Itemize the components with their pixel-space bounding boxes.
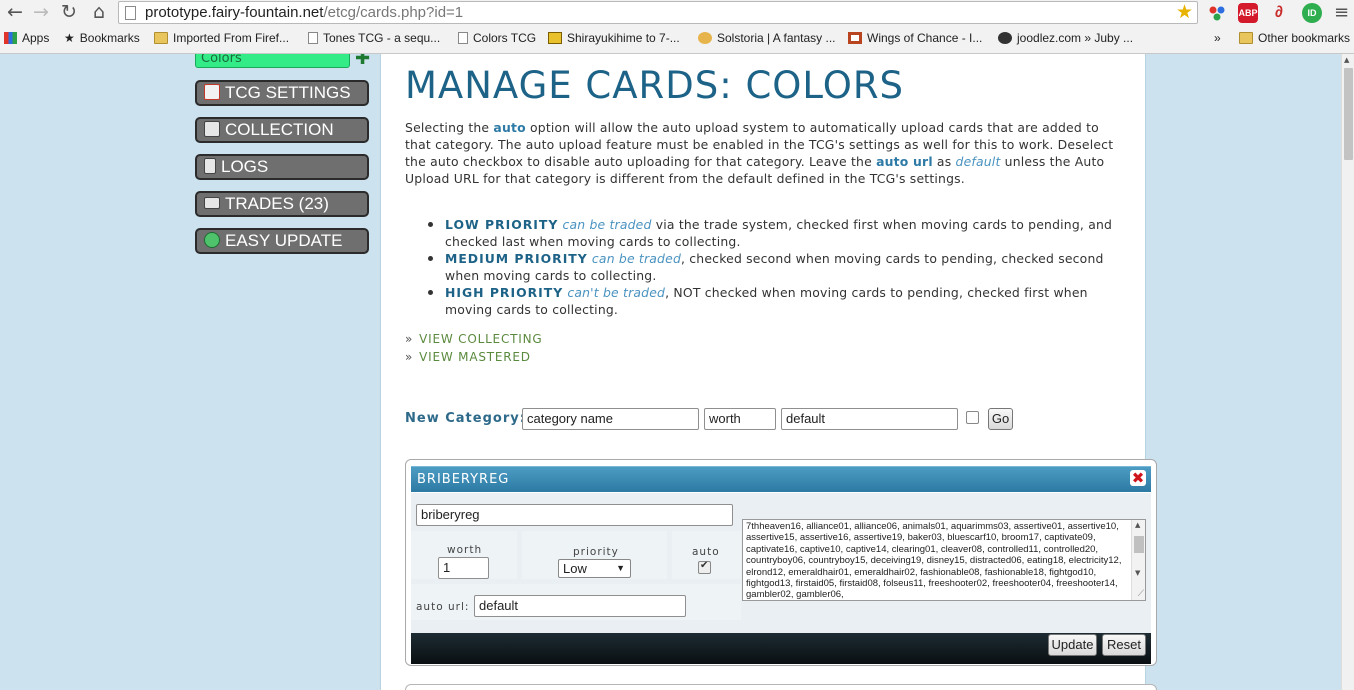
folder-icon [154,32,168,44]
wings-icon [848,32,862,44]
bookmark-tones-tcg[interactable]: Tones TCG - a sequ... [308,31,440,45]
scroll-up-arrow-icon[interactable]: ▲ [1135,521,1140,529]
next-category-panel [405,684,1157,690]
page-icon [308,32,318,44]
bookmark-imported[interactable]: Imported From Firef... [154,31,289,45]
bookmark-shirayukihime[interactable]: Shirayukihime to 7-... [548,31,680,45]
easy-update-button[interactable]: EASY UPDATE [195,228,369,254]
right-background [1146,54,1341,690]
apps-grid-icon [4,32,17,44]
category-name-field[interactable]: briberyreg [416,504,733,526]
star-icon: ★ [64,31,75,45]
bookmarks-bar: Apps ★ Bookmarks Imported From Firef... T… [0,28,1354,52]
toolbar: ← → ↻ ⌂ prototype.fairy-fountain.net/etc… [0,0,1354,27]
update-globe-icon [204,232,220,248]
dropdown-arrow-icon: ▼ [616,563,625,573]
page-viewport: Colors ✚ TCG SETTINGS COLLECTION LOGS TR… [0,54,1354,690]
scroll-thumb[interactable] [1134,536,1144,553]
adblock-plus-icon[interactable]: ABP [1238,3,1258,23]
delete-category-icon[interactable]: ✖ [1130,470,1146,486]
category-worth-input[interactable]: worth [704,408,776,430]
bookmark-other[interactable]: Other bookmarks [1239,31,1350,45]
bookmark-apps[interactable]: Apps [4,31,49,45]
view-links: » VIEW COLLECTING » VIEW MASTERED [405,330,542,366]
priority-item-medium: MEDIUM PRIORITY can be traded, checked s… [425,250,1125,284]
page-scroll-thumb[interactable] [1344,68,1353,160]
bookmark-star-icon[interactable]: ★ [1176,1,1193,23]
scroll-down-arrow-icon[interactable]: ▼ [1135,569,1140,577]
mc-icon [548,32,562,44]
view-collecting-link[interactable]: » VIEW COLLECTING [405,330,542,348]
forward-arrow-icon[interactable]: → [30,1,52,23]
back-arrow-icon[interactable]: ← [4,1,26,23]
textarea-scrollbar[interactable]: ▲ ▼ [1131,520,1145,600]
bookmark-bookmarks[interactable]: ★ Bookmarks [64,31,140,45]
resize-grip-icon[interactable]: ⟋ [1138,589,1144,599]
category-title: BRIBERYREG [417,472,510,487]
priority-item-high: HIGH PRIORITY can't be traded, NOT check… [425,284,1125,318]
folder-icon [1239,32,1253,44]
url-text: prototype.fairy-fountain.net/etcg/cards.… [145,4,464,21]
worth-field[interactable]: 1 [438,557,489,579]
worth-label: worth [447,544,483,556]
scroll-up-arrow-icon[interactable]: ▲ [1344,56,1349,64]
priority-item-low: LOW PRIORITY can be traded via the trade… [425,216,1125,250]
auto-url-label: auto url: [416,601,470,613]
envelope-icon [204,197,220,209]
category-url-input[interactable]: default [781,408,958,430]
tcg-settings-button[interactable]: TCG SETTINGS [195,80,369,106]
auto-label: auto [692,546,720,558]
intro-paragraph: Selecting the auto option will allow the… [405,120,1114,186]
menu-icon[interactable]: ≡ [1334,2,1349,23]
logs-button[interactable]: LOGS [195,154,369,180]
bookmarks-overflow-chevron[interactable]: » [1214,31,1221,45]
bookmark-joodlez[interactable]: joodlez.com » Juby ... [998,31,1133,45]
new-category-auto-checkbox[interactable] [966,411,979,424]
address-bar[interactable]: prototype.fairy-fountain.net/etcg/cards.… [118,1,1198,24]
joodlez-icon [998,32,1012,44]
auto-url-field[interactable]: default [474,595,686,617]
page-title: MANAGE CARDS: COLORS [405,64,905,107]
priority-list: LOW PRIORITY can be traded via the trade… [425,216,1125,318]
collection-button[interactable]: COLLECTION [195,117,369,143]
home-icon[interactable]: ⌂ [88,1,110,23]
trades-button[interactable]: TRADES (23) [195,191,369,217]
bookmark-colors-tcg[interactable]: Colors TCG [458,31,536,45]
priority-label: priority [573,546,619,558]
reload-icon[interactable]: ↻ [58,1,80,23]
auto-checkbox[interactable] [698,560,711,574]
category-header: BRIBERYREG ✖ [411,466,1151,492]
category-footer [411,633,1151,664]
cards-textarea[interactable]: 7thheaven16, alliance01, alliance06, ani… [742,519,1146,601]
update-button[interactable]: Update [1048,634,1097,656]
go-button[interactable]: Go [988,408,1013,430]
color-dots-extension-icon[interactable] [1207,3,1227,23]
bookmark-wings-of-chance[interactable]: Wings of Chance - I... [848,31,982,45]
bookmark-solstoria[interactable]: Solstoria | A fantasy ... [698,31,836,45]
add-tcg-plus-icon[interactable]: ✚ [355,54,370,68]
evernote-extension-icon[interactable]: ID [1302,3,1322,23]
page-scrollbar[interactable]: ▲ [1341,54,1354,690]
log-page-icon [204,158,216,174]
reset-button[interactable]: Reset [1102,634,1146,656]
cards-stack-icon [204,121,220,137]
page-icon [125,6,136,20]
left-background [0,54,380,690]
page-icon [458,32,468,44]
priority-select[interactable]: Low ▼ [558,559,631,578]
view-mastered-link[interactable]: » VIEW MASTERED [405,348,542,366]
tcg-select[interactable]: Colors [195,54,350,68]
lastpass-icon[interactable]: ∂ [1269,3,1289,23]
new-category-label: New Category: [405,411,526,426]
sun-icon [698,32,712,44]
category-name-input[interactable]: category name [522,408,699,430]
browser-chrome: ← → ↻ ⌂ prototype.fairy-fountain.net/etc… [0,0,1354,54]
settings-pencil-icon [204,84,220,100]
cards-list-text: 7thheaven16, alliance01, alliance06, ani… [746,521,1122,601]
